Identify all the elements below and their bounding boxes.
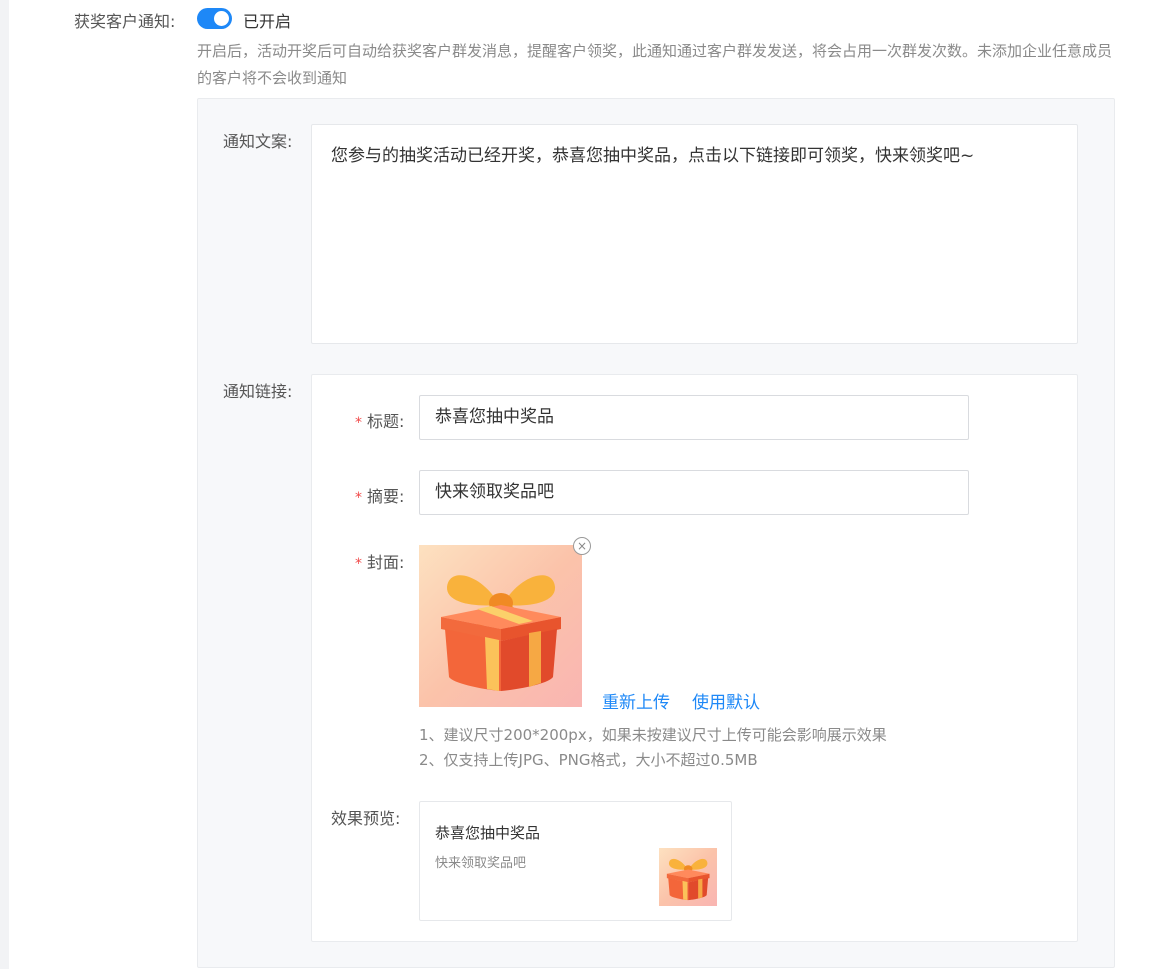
title-input[interactable]: 恭喜您抽中奖品 xyxy=(419,395,969,440)
summary-input[interactable]: 快来领取奖品吧 xyxy=(419,470,969,515)
summary-label: * 摘要: xyxy=(355,483,404,507)
toggle-knob xyxy=(214,11,229,26)
title-label: * 标题: xyxy=(355,408,404,432)
cover-hint-format: 2、仅支持上传JPG、PNG格式，大小不超过0.5MB xyxy=(419,751,758,769)
notify-description: 开启后，活动开奖后可自动给获奖客户群发消息，提醒客户领奖，此通知通过客户群发发送… xyxy=(197,42,1113,87)
notify-toggle[interactable] xyxy=(197,8,232,29)
preview-desc: 快来领取奖品吧 xyxy=(435,856,527,871)
cover-label-text: 封面: xyxy=(367,553,405,572)
left-edge-strip xyxy=(0,0,9,969)
use-default-button[interactable]: 使用默认 xyxy=(692,688,760,713)
cover-label: * 封面: xyxy=(355,549,404,573)
link-preview-card: 恭喜您抽中奖品 快来领取奖品吧 xyxy=(419,801,732,921)
preview-title: 恭喜您抽中奖品 xyxy=(435,824,541,842)
copy-label: 通知文案: xyxy=(223,132,293,151)
cover-hint-size: 1、建议尺寸200*200px，如果未按建议尺寸上传可能会影响展示效果 xyxy=(419,726,887,744)
required-mark: * xyxy=(355,415,362,431)
notify-status-text: 已开启 xyxy=(243,12,292,31)
required-mark: * xyxy=(355,490,362,506)
preview-label: 效果预览: xyxy=(331,809,401,828)
link-label: 通知链接: xyxy=(223,382,293,401)
reupload-button[interactable]: 重新上传 xyxy=(602,688,670,713)
notify-label: 获奖客户通知: xyxy=(74,12,176,31)
summary-label-text: 摘要: xyxy=(367,487,405,506)
cover-image[interactable] xyxy=(419,545,582,707)
remove-cover-close-icon[interactable]: × xyxy=(573,537,591,555)
gift-box-icon xyxy=(441,575,561,691)
title-label-text: 标题: xyxy=(367,412,405,431)
required-mark: * xyxy=(355,556,362,572)
notify-copy-textarea[interactable]: 您参与的抽奖活动已经开奖，恭喜您抽中奖品，点击以下链接即可领奖，快来领奖吧~ xyxy=(311,124,1078,344)
gift-box-icon xyxy=(666,858,710,901)
preview-thumbnail xyxy=(659,848,717,906)
